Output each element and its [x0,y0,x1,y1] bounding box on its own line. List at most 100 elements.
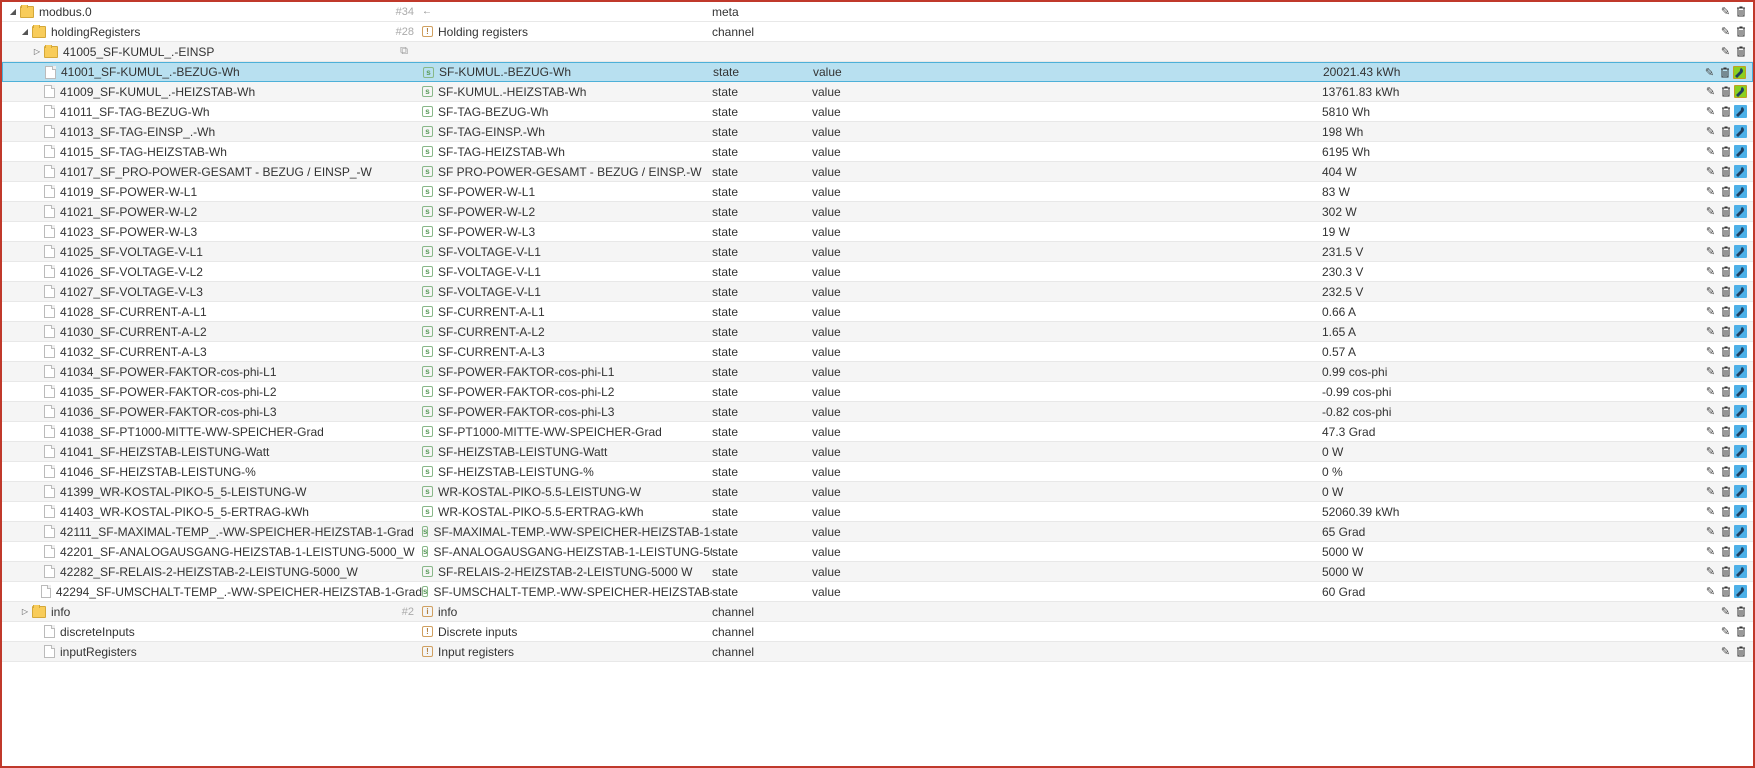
delete-icon[interactable] [1734,605,1747,618]
edit-icon[interactable]: ✎ [1719,605,1732,618]
expand-icon[interactable]: ▷ [32,47,42,57]
row-value[interactable]: 1.65 A [1322,325,1497,339]
delete-icon[interactable] [1719,105,1732,118]
tree-row-state[interactable]: 41019_SF-POWER-W-L1sSF-POWER-W-L1stateva… [2,182,1753,202]
wrench-icon[interactable] [1734,385,1747,398]
row-value[interactable]: 65 Grad [1322,525,1497,539]
row-value[interactable]: 0.99 cos-phi [1322,365,1497,379]
tree-row-state[interactable]: 41030_SF-CURRENT-A-L2sSF-CURRENT-A-L2sta… [2,322,1753,342]
wrench-icon[interactable] [1734,465,1747,478]
tree-row-state[interactable]: 42282_SF-RELAIS-2-HEIZSTAB-2-LEISTUNG-50… [2,562,1753,582]
tree-row-state[interactable]: 42294_SF-UMSCHALT-TEMP_.-WW-SPEICHER-HEI… [2,582,1753,602]
wrench-icon[interactable] [1733,66,1746,79]
edit-icon[interactable]: ✎ [1704,85,1717,98]
tree-row-state[interactable]: 41032_SF-CURRENT-A-L3sSF-CURRENT-A-L3sta… [2,342,1753,362]
wrench-icon[interactable] [1734,265,1747,278]
edit-icon[interactable]: ✎ [1704,165,1717,178]
edit-icon[interactable]: ✎ [1719,625,1732,638]
wrench-icon[interactable] [1734,425,1747,438]
row-value[interactable]: 5000 W [1322,545,1497,559]
tree-row-state[interactable]: 41027_SF-VOLTAGE-V-L3sSF-VOLTAGE-V-L1sta… [2,282,1753,302]
row-value[interactable]: 231.5 V [1322,245,1497,259]
tree-row-input-registers[interactable]: inputRegisters !Input registers channel … [2,642,1753,662]
delete-icon[interactable] [1719,525,1732,538]
delete-icon[interactable] [1719,225,1732,238]
wrench-icon[interactable] [1734,85,1747,98]
delete-icon[interactable] [1719,365,1732,378]
delete-icon[interactable] [1719,205,1732,218]
tree-row-discrete-inputs[interactable]: discreteInputs !Discrete inputs channel … [2,622,1753,642]
row-value[interactable]: 302 W [1322,205,1497,219]
delete-icon[interactable] [1734,625,1747,638]
row-value[interactable]: 232.5 V [1322,285,1497,299]
wrench-icon[interactable] [1734,245,1747,258]
edit-icon[interactable]: ✎ [1704,125,1717,138]
wrench-icon[interactable] [1734,345,1747,358]
tree-row-einsp[interactable]: ▷ 41005_SF-KUMUL_.-EINSP ⧉ ✎ [2,42,1753,62]
tree-row-state[interactable]: 41038_SF-PT1000-MITTE-WW-SPEICHER-GradsS… [2,422,1753,442]
edit-icon[interactable]: ✎ [1704,485,1717,498]
delete-icon[interactable] [1719,505,1732,518]
delete-icon[interactable] [1718,66,1731,79]
wrench-icon[interactable] [1734,525,1747,538]
delete-icon[interactable] [1719,465,1732,478]
tree-row-state[interactable]: 41023_SF-POWER-W-L3sSF-POWER-W-L3stateva… [2,222,1753,242]
edit-icon[interactable]: ✎ [1704,385,1717,398]
tree-row-state[interactable]: 41399_WR-KOSTAL-PIKO-5_5-LEISTUNG-WsWR-K… [2,482,1753,502]
edit-icon[interactable]: ✎ [1704,545,1717,558]
tree-row-state[interactable]: 41034_SF-POWER-FAKTOR-cos-phi-L1sSF-POWE… [2,362,1753,382]
edit-icon[interactable]: ✎ [1719,45,1732,58]
row-value[interactable]: 230.3 V [1322,265,1497,279]
delete-icon[interactable] [1719,385,1732,398]
tree-row-state[interactable]: 41021_SF-POWER-W-L2sSF-POWER-W-L2stateva… [2,202,1753,222]
edit-icon[interactable]: ✎ [1704,185,1717,198]
delete-icon[interactable] [1719,185,1732,198]
row-value[interactable]: 0.66 A [1322,305,1497,319]
delete-icon[interactable] [1719,285,1732,298]
delete-icon[interactable] [1719,85,1732,98]
wrench-icon[interactable] [1734,145,1747,158]
delete-icon[interactable] [1719,325,1732,338]
wrench-icon[interactable] [1734,365,1747,378]
wrench-icon[interactable] [1734,185,1747,198]
wrench-icon[interactable] [1734,585,1747,598]
edit-icon[interactable]: ✎ [1704,585,1717,598]
row-value[interactable]: 0 % [1322,465,1497,479]
delete-icon[interactable] [1719,305,1732,318]
edit-icon[interactable]: ✎ [1704,405,1717,418]
wrench-icon[interactable] [1734,565,1747,578]
tree-row-state[interactable]: 41025_SF-VOLTAGE-V-L1sSF-VOLTAGE-V-L1sta… [2,242,1753,262]
row-value[interactable]: 52060.39 kWh [1322,505,1497,519]
row-value[interactable]: 13761.83 kWh [1322,85,1497,99]
expand-icon[interactable]: ◢ [20,27,30,37]
edit-icon[interactable]: ✎ [1704,225,1717,238]
tree-row-state[interactable]: 42111_SF-MAXIMAL-TEMP_.-WW-SPEICHER-HEIZ… [2,522,1753,542]
tree-row-state[interactable]: 41035_SF-POWER-FAKTOR-cos-phi-L2sSF-POWE… [2,382,1753,402]
edit-icon[interactable]: ✎ [1704,285,1717,298]
edit-icon[interactable]: ✎ [1704,205,1717,218]
edit-icon[interactable]: ✎ [1719,645,1732,658]
delete-icon[interactable] [1719,145,1732,158]
edit-icon[interactable]: ✎ [1704,305,1717,318]
wrench-icon[interactable] [1734,205,1747,218]
tree-row-state[interactable]: 42201_SF-ANALOGAUSGANG-HEIZSTAB-1-LEISTU… [2,542,1753,562]
row-value[interactable]: 404 W [1322,165,1497,179]
tree-row-state[interactable]: 41403_WR-KOSTAL-PIKO-5_5-ERTRAG-kWhsWR-K… [2,502,1753,522]
row-value[interactable]: -0.82 cos-phi [1322,405,1497,419]
edit-icon[interactable]: ✎ [1704,525,1717,538]
wrench-icon[interactable] [1734,225,1747,238]
tree-row-state[interactable]: 41001_SF-KUMUL_.-BEZUG-WhsSF-KUMUL.-BEZU… [2,62,1753,82]
wrench-icon[interactable] [1734,325,1747,338]
tree-row-state[interactable]: 41009_SF-KUMUL_.-HEIZSTAB-WhsSF-KUMUL.-H… [2,82,1753,102]
delete-icon[interactable] [1719,405,1732,418]
delete-icon[interactable] [1719,485,1732,498]
edit-icon[interactable]: ✎ [1704,445,1717,458]
wrench-icon[interactable] [1734,445,1747,458]
tree-row-info[interactable]: ▷ info #2 iinfo channel ✎ [2,602,1753,622]
row-value[interactable]: 47.3 Grad [1322,425,1497,439]
wrench-icon[interactable] [1734,165,1747,178]
delete-icon[interactable] [1734,45,1747,58]
delete-icon[interactable] [1719,125,1732,138]
delete-icon[interactable] [1719,345,1732,358]
row-value[interactable]: -0.99 cos-phi [1322,385,1497,399]
